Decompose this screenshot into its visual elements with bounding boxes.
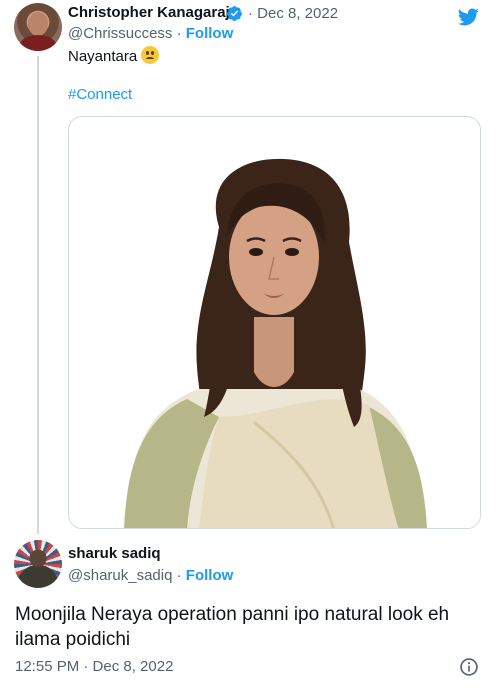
tweet-text-content: Nayantara <box>68 48 138 65</box>
reply-timestamp[interactable]: 12:55 PM · Dec 8, 2022 <box>15 658 173 675</box>
avatar-shirt <box>20 35 56 51</box>
reply-author-handle[interactable]: @sharuk_sadiq <box>68 567 172 584</box>
frowning-face-emoji-icon <box>141 46 160 64</box>
reply-tweet-text: Moonjila Neraya operation panni ipo natu… <box>15 604 450 650</box>
reply-author-avatar[interactable] <box>14 540 62 588</box>
tweet-media-image[interactable] <box>68 116 481 529</box>
tweet-text: Nayantara <box>68 46 160 65</box>
verified-badge-icon <box>227 6 242 21</box>
tweet-date[interactable]: · Dec 8, 2022 <box>248 5 338 22</box>
reply-follow-button[interactable]: Follow <box>186 567 234 584</box>
author-name[interactable]: Christopher Kanagaraj <box>68 4 230 21</box>
reply-handle-separator: · <box>176 567 182 584</box>
reply-handle-line: @sharuk_sadiq · Follow <box>68 567 233 584</box>
author-handle[interactable]: @Chrissuccess <box>68 25 172 42</box>
reply-author-name[interactable]: sharuk sadiq <box>68 545 161 562</box>
twitter-bird-icon[interactable] <box>455 6 481 28</box>
author-avatar[interactable] <box>14 3 62 51</box>
avatar-face <box>28 12 48 36</box>
follow-button[interactable]: Follow <box>186 25 234 42</box>
hashtag-link[interactable]: #Connect <box>68 86 132 103</box>
author-handle-line: @Chrissuccess · Follow <box>68 25 233 42</box>
thread-connector-line <box>37 56 39 534</box>
tweet-embed-card: Christopher Kanagaraj · Dec 8, 2022 @Chr… <box>0 0 500 693</box>
handle-separator: · <box>176 25 182 42</box>
portrait-photo <box>69 117 480 528</box>
info-icon[interactable] <box>459 657 479 677</box>
